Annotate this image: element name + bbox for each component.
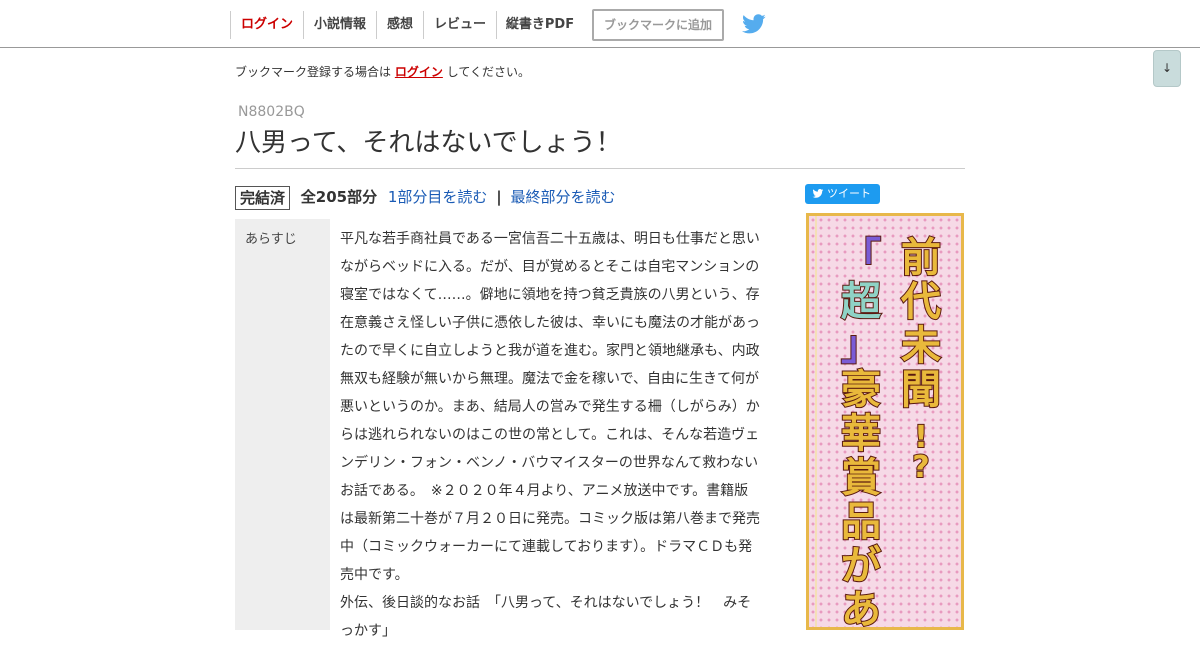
- nav-login[interactable]: ログイン: [230, 11, 303, 39]
- twitter-bird-small-icon: [812, 189, 824, 198]
- ad-char: 代: [900, 279, 941, 325]
- ad-char: あ: [841, 587, 881, 627]
- status-badge: 完結済: [235, 185, 291, 210]
- ad-char: 華: [841, 411, 881, 457]
- summary-paragraph-extra: 外伝、後日談的なお話 「八男って、それはないでしょう！ みそっかす」: [340, 595, 752, 639]
- ad-char: 聞: [901, 367, 941, 413]
- nav-review[interactable]: レビュー: [423, 11, 496, 39]
- novel-status-row: 完結済 全205部分 1部分目を読む | 最終部分を読む: [235, 184, 616, 210]
- nav-novel-info[interactable]: 小説情報: [303, 11, 376, 39]
- ad-char: 「: [841, 235, 881, 281]
- summary-paragraph: 平凡な若手商社員である一宮信吾二十五歳は、明日も仕事だと思いながらベッドに入る。…: [340, 231, 760, 583]
- bookmark-login-note: ブックマーク登録する場合は ログイン してください。: [235, 63, 530, 80]
- summary-label-column: あらすじ: [235, 219, 330, 630]
- scroll-down-button[interactable]: ↓: [1153, 50, 1181, 87]
- nav-vertical-pdf[interactable]: 縦書きPDF: [496, 11, 583, 39]
- bookmark-note-before: ブックマーク登録する場合は: [235, 65, 392, 79]
- ad-char: 超: [841, 279, 882, 325]
- summary-text: 平凡な若手商社員である一宮信吾二十五歳は、明日も仕事だと思いながらベッドに入る。…: [340, 225, 762, 645]
- summary-label: あらすじ: [245, 232, 297, 247]
- tweet-button[interactable]: ツイート: [805, 184, 880, 204]
- ad-lettering: 前代未聞!?「超」豪華賞品があ: [840, 234, 942, 627]
- tweet-button-label: ツイート: [827, 187, 871, 200]
- separator: |: [496, 188, 502, 206]
- bookmark-add-button[interactable]: ブックマークに追加: [592, 9, 724, 41]
- nav-impressions[interactable]: 感想: [376, 11, 423, 39]
- ad-char: 前: [901, 235, 941, 281]
- top-navigation: ログイン 小説情報 感想 レビュー 縦書きPDF ブックマークに追加: [0, 0, 1200, 48]
- bookmark-note-after: してください。: [446, 65, 530, 79]
- ad-char: 」: [841, 323, 881, 369]
- parts-count: 全205部分: [300, 188, 378, 206]
- novel-code: N8802BQ: [238, 104, 305, 120]
- ad-char: 賞: [841, 455, 881, 501]
- ad-banner[interactable]: 前代未聞!? 「超」豪華賞品があ: [806, 213, 964, 630]
- twitter-bird-icon[interactable]: [740, 12, 768, 36]
- read-first-part-link[interactable]: 1部分目を読む: [388, 188, 488, 206]
- ad-char: 品: [841, 499, 881, 545]
- ad-char: 未: [901, 323, 941, 369]
- ad-char: が: [841, 543, 881, 589]
- bookmark-login-link[interactable]: ログイン: [395, 65, 443, 79]
- ad-char: 豪: [841, 367, 881, 413]
- read-last-part-link[interactable]: 最終部分を読む: [510, 188, 615, 206]
- ad-char: ?: [912, 450, 929, 485]
- novel-title: 八男って、それはないでしょう！: [235, 125, 965, 169]
